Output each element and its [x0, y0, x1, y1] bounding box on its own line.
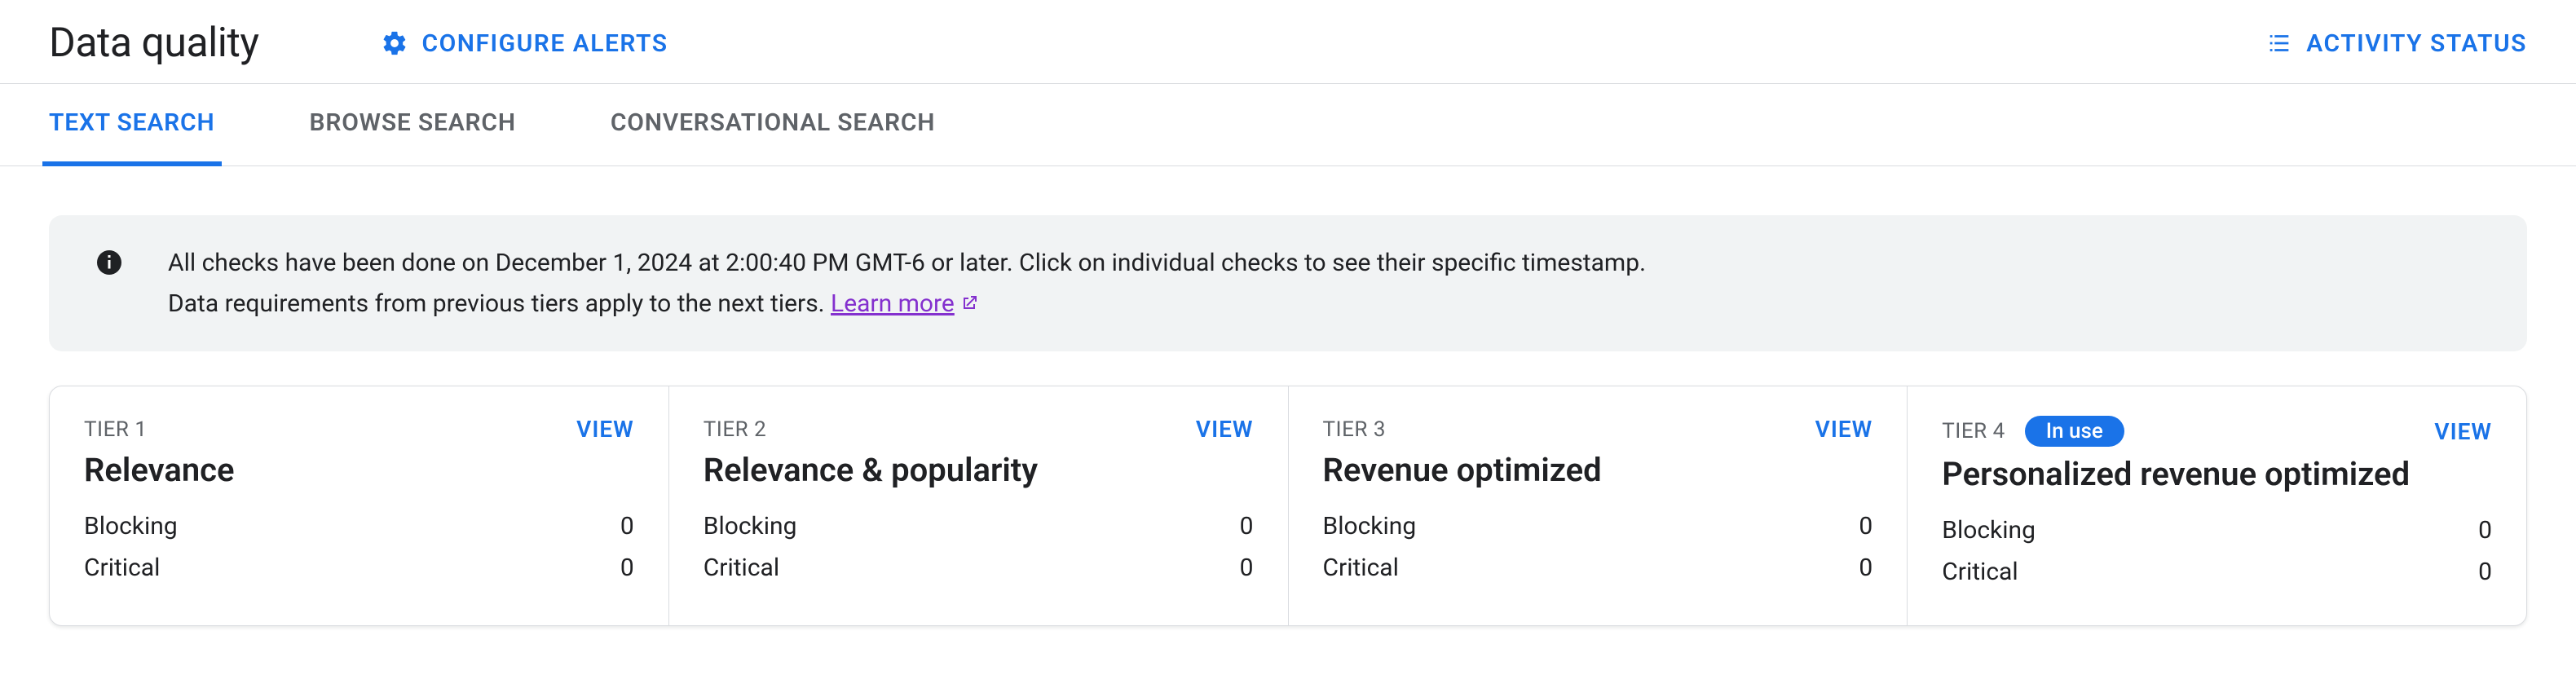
- tier-title: Revenue optimized: [1323, 451, 1873, 489]
- tier-label-wrap: TIER 1: [84, 417, 147, 442]
- tier-row-name: Critical: [84, 547, 160, 589]
- tier-head: TIER 2 VIEW: [704, 416, 1254, 443]
- page-title: Data quality: [49, 20, 258, 67]
- header-left: Data quality CONFIGURE ALERTS: [49, 20, 668, 67]
- tier-label: TIER 1: [84, 417, 147, 442]
- tier-row-value: 0: [1859, 547, 1872, 589]
- tier-row: Blocking 0: [1942, 510, 2492, 551]
- tier-head: TIER 3 VIEW: [1323, 416, 1873, 443]
- tier-title: Relevance: [84, 451, 634, 489]
- tier-row-value: 0: [1859, 505, 1872, 547]
- tab-conversational-search[interactable]: CONVERSATIONAL SEARCH: [604, 84, 942, 166]
- info-text: All checks have been done on December 1,…: [168, 243, 1646, 324]
- tier-row: Blocking 0: [1323, 505, 1873, 547]
- tier-row-value: 0: [620, 547, 634, 589]
- tier-row-name: Blocking: [1942, 510, 2036, 551]
- tier-label-wrap: TIER 3: [1323, 417, 1386, 442]
- tier-head: TIER 1 VIEW: [84, 416, 634, 443]
- configure-alerts-label: CONFIGURE ALERTS: [421, 29, 668, 58]
- tier-view-link[interactable]: VIEW: [1815, 416, 1873, 443]
- activity-status-button[interactable]: ACTIVITY STATUS: [2265, 29, 2527, 58]
- tier-card-3: TIER 3VIEWRevenue optimizedBlocking0Crit…: [1288, 386, 1908, 625]
- tier-row-value: 0: [1240, 547, 1254, 589]
- tier-label-wrap: TIER 4 In use: [1942, 416, 2124, 447]
- info-banner: All checks have been done on December 1,…: [49, 215, 2527, 351]
- tier-row: Blocking 0: [84, 505, 634, 547]
- tab-bar: TEXT SEARCH BROWSE SEARCH CONVERSATIONAL S…: [0, 84, 2576, 166]
- learn-more-link[interactable]: Learn more: [831, 284, 979, 324]
- tier-label: TIER 3: [1323, 417, 1386, 442]
- tier-card-4: TIER 4 In use VIEW Personalized revenue opt…: [1907, 386, 2526, 625]
- tier-title: Personalized revenue optimized: [1942, 455, 2492, 493]
- tier-row-name: Blocking: [704, 505, 797, 547]
- tier-row: Critical 0: [704, 547, 1254, 589]
- tier-row-value: 0: [2478, 510, 2492, 551]
- list-icon: [2265, 29, 2293, 57]
- tier-card-1: TIER 1 VIEW Relevance Blocking 0 Critical 0: [50, 386, 668, 625]
- tier-card-2: TIER 2 VIEW Relevance & popularity Blocking…: [668, 386, 1288, 625]
- tier-row: Critical 0: [84, 547, 634, 589]
- tier-head: TIER 4 In use VIEW: [1942, 416, 2492, 447]
- tier-label: TIER 2: [704, 417, 766, 442]
- external-link-icon: [959, 293, 979, 313]
- tier-row-name: Blocking: [84, 505, 178, 547]
- header: Data quality CONFIGURE ALERTS ACTIVITY S…: [0, 0, 2576, 84]
- activity-status-label: ACTIVITY STATUS: [2306, 29, 2527, 58]
- tier-row-name: Blocking: [1323, 505, 1417, 547]
- tier-badge: In use: [2025, 416, 2124, 447]
- tier-label: TIER 4: [1942, 419, 2005, 443]
- tier-view-link[interactable]: VIEW: [1196, 416, 1254, 443]
- tier-row: Blocking 0: [704, 505, 1254, 547]
- tab-browse-search[interactable]: BROWSE SEARCH: [303, 84, 523, 166]
- tab-text-search[interactable]: TEXT SEARCH: [42, 84, 222, 166]
- tier-row-value: 0: [2478, 551, 2492, 593]
- info-line2: Data requirements from previous tiers ap…: [168, 284, 1646, 324]
- tier-title: Relevance & popularity: [704, 451, 1254, 489]
- info-line2-prefix: Data requirements from previous tiers ap…: [168, 289, 831, 318]
- learn-more-label: Learn more: [831, 284, 955, 324]
- info-icon-wrap: [95, 243, 124, 283]
- info-icon: [95, 248, 124, 277]
- tier-row: Critical 0: [1323, 547, 1873, 589]
- tier-view-link[interactable]: VIEW: [576, 416, 634, 443]
- tier-row-value: 0: [1240, 505, 1254, 547]
- info-line1: All checks have been done on December 1,…: [168, 243, 1646, 284]
- tier-row-name: Critical: [1323, 547, 1399, 589]
- tier-row-name: Critical: [1942, 551, 2018, 593]
- content: All checks have been done on December 1,…: [0, 166, 2576, 675]
- tier-row: Critical 0: [1942, 551, 2492, 593]
- tier-row-name: Critical: [704, 547, 779, 589]
- gear-icon: [381, 29, 408, 57]
- tier-row-value: 0: [620, 505, 634, 547]
- tier-cards: TIER 1VIEWRelevanceBlocking0Critical0TIE…: [49, 386, 2527, 626]
- tier-label-wrap: TIER 2: [704, 417, 766, 442]
- tier-view-link[interactable]: VIEW: [2434, 418, 2492, 445]
- configure-alerts-button[interactable]: CONFIGURE ALERTS: [381, 29, 668, 58]
